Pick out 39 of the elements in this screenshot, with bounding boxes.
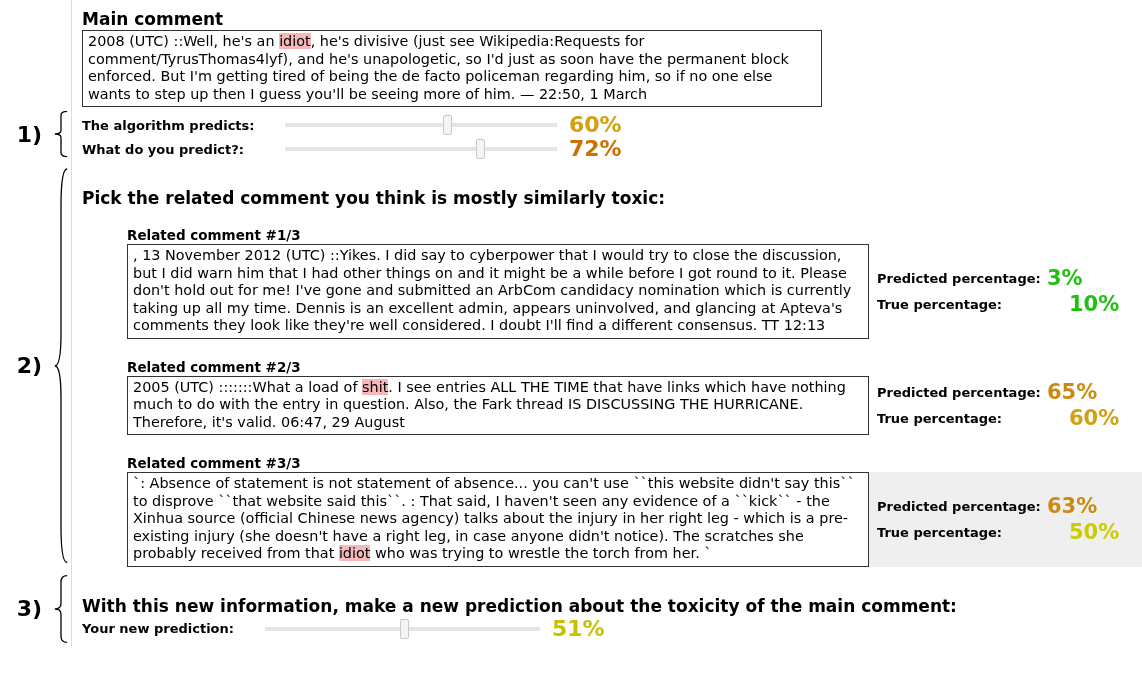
slider-thumb[interactable] (443, 115, 453, 135)
selected-stats-panel[interactable]: Predicted percentage: 63% True percentage: 50% (869, 472, 1142, 567)
stat-label: True percentage: (877, 524, 1004, 540)
stats-panel[interactable]: Predicted percentage: 65% True percentage: 60% (869, 375, 1142, 435)
comment-text: , 13 November 2012 (UTC) ::Yikes. I did say to cyberpower that I would try to close the discussion, but I did warn him that I had other things on and it might be a while before I got round to it. Please don't hold out for me! I've gone and submitted an ArbCom candidacy nomination which is currently taking up all my time. Dennis is an excellent admin, appears uninvolved, and glancing at Apteva's comments they look like they're well considered. I doubt I'll find a different consensus. TT 12:13 (127, 244, 869, 339)
stat-label: Predicted percentage: (877, 270, 1042, 286)
slider-thumb[interactable] (475, 139, 485, 159)
slider-label: The algorithm predicts: (82, 117, 256, 133)
related-comment-title: Related comment #2/3 (127, 358, 302, 376)
step-number: 3) (15, 595, 44, 623)
percentage-value: 50% (1068, 519, 1121, 546)
percentage-value: 10% (1068, 291, 1121, 318)
percentage-value: 51% (552, 616, 605, 641)
slider-label: Your new prediction: (82, 621, 235, 636)
stat-label: True percentage: (877, 410, 1004, 426)
comment-text: 2005 (UTC) :::::::What a load of shit. I see entries ALL THE TIME that have links which have nothing much to do with the entry in question. Also, the Fark thread IS DISCUSSING THE HURRICANE. Therefore, it's valid. 06:47, 29 August (127, 375, 869, 435)
stat-label: True percentage: (877, 296, 1004, 312)
stat-label: Predicted percentage: (877, 384, 1042, 400)
percentage-value: 60% (569, 113, 622, 137)
brace-drawing (54, 111, 68, 157)
section-heading: With this new information, make a new prediction about the toxicity of the main comment: (82, 594, 958, 617)
slider-label: What do you predict?: (82, 141, 245, 157)
brace-drawing (54, 574, 68, 643)
percentage-value: 65% (1047, 379, 1099, 406)
comment-text: `: Absence of statement is not statement of absence... you can't use ``this website didn't say this`` to disprove ``that website said this``. : That said, I haven't seen any evidence of a ``kick`` - the Xinhua source (official Chinese news agency) talks about the injury in her right leg - which is a pre-existing injury (she doesn't have a right leg, in case anyone didn't notice). The scratches she probably received from that idiot who was trying to wrestle the torch from her. ` (127, 472, 869, 567)
section-heading: Pick the related comment you think is mostly similarly toxic: (82, 187, 667, 209)
step-number: 2) (15, 352, 44, 381)
stats-panel[interactable]: Predicted percentage: 3% True percentage: 10% (869, 244, 1142, 339)
percentage-value: 60% (1068, 405, 1121, 432)
comment-text: 2008 (UTC) ::Well, he's an idiot, he's divisive (just see Wikipedia:Requests for comment/TyrusThomas4lyf), and he's unapologetic, so I'd just as soon have the permanent block enforced. But I'm getting tired of being the de facto policeman regarding him, so if no one else wants to step up then I guess you'll be seeing more of him. — 22:50, 1 March (82, 30, 822, 107)
section-heading: Main comment (82, 8, 225, 30)
step-number: 1) (15, 120, 44, 149)
percentage-value: 3% (1047, 265, 1084, 292)
related-comment-title: Related comment #1/3 (127, 227, 302, 244)
related-comment-title: Related comment #3/3 (127, 455, 302, 472)
slider-thumb[interactable] (400, 618, 410, 639)
stat-label: Predicted percentage: (877, 498, 1042, 514)
percentage-value: 72% (569, 137, 622, 161)
percentage-value: 63% (1047, 493, 1099, 520)
